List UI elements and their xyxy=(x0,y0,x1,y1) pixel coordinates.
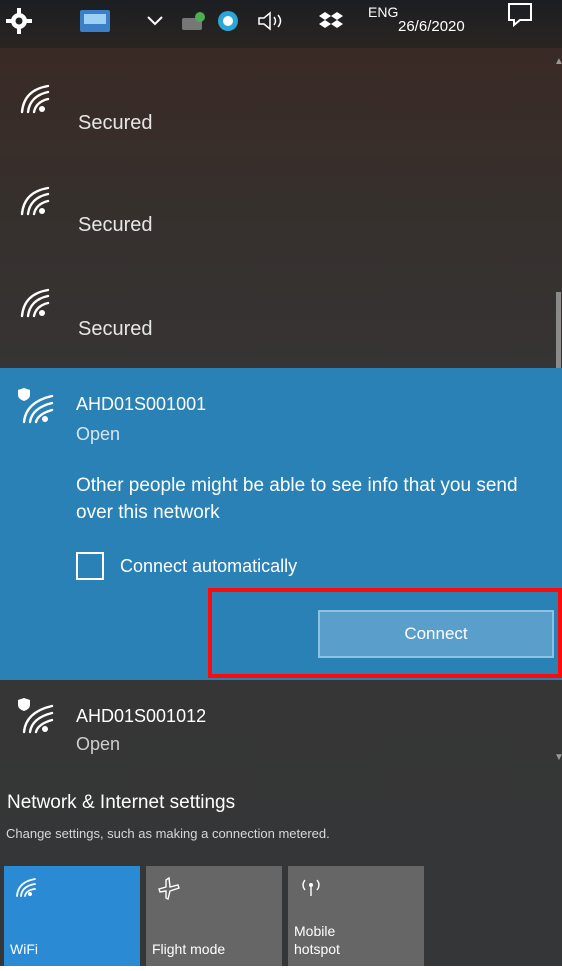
language-indicator[interactable]: ENG xyxy=(368,4,398,20)
network-list-item[interactable]: AHD01S001012 Open xyxy=(0,684,552,784)
security-icon[interactable] xyxy=(216,6,240,36)
connect-automatically-checkbox-row[interactable]: Connect automatically xyxy=(76,552,297,580)
action-center-icon[interactable] xyxy=(506,0,534,30)
wifi-icon xyxy=(16,878,36,897)
scroll-down-arrow-icon[interactable]: ▼ xyxy=(554,752,562,763)
network-name: AHD01S001012 xyxy=(76,706,207,726)
network-settings-description: Change settings, such as making a connec… xyxy=(6,826,330,841)
tray-app-icon[interactable] xyxy=(180,6,206,36)
connect-automatically-checkbox[interactable] xyxy=(76,552,104,580)
connect-button[interactable]: Connect xyxy=(318,610,554,658)
security-warning: Other people might be able to see info t… xyxy=(76,475,518,523)
chevron-down-icon[interactable] xyxy=(146,6,164,36)
hotspot-icon xyxy=(302,879,320,896)
mobile-hotspot-label: Mobile hotspot xyxy=(294,922,340,958)
network-list-item[interactable]: Secured xyxy=(0,68,552,164)
network-list-item[interactable]: Secured xyxy=(0,170,552,266)
airplane-icon xyxy=(158,876,180,901)
network-status: Open xyxy=(76,734,121,754)
flight-mode-tile[interactable]: Flight mode xyxy=(146,866,282,966)
open-wifi-shield-icon xyxy=(18,698,54,734)
wifi-signal-icon xyxy=(20,288,50,318)
mobile-hotspot-label-line1: Mobile xyxy=(294,923,336,939)
connect-automatically-label[interactable]: Connect automatically xyxy=(120,556,297,577)
selected-network-item[interactable]: AHD01S001001 Open Other people might be … xyxy=(0,368,562,680)
network-status: Open xyxy=(76,424,121,444)
flight-mode-label: Flight mode xyxy=(152,941,226,957)
network-name: AHD01S001001 xyxy=(76,394,207,414)
taskbar: ENG 26/6/2020 xyxy=(0,0,562,48)
settings-gear-icon[interactable] xyxy=(6,6,32,36)
mobile-hotspot-tile[interactable]: Mobile hotspot xyxy=(288,866,424,966)
wifi-signal-icon xyxy=(20,186,50,216)
network-settings-link[interactable]: Network & Internet settings xyxy=(7,792,235,814)
date-display[interactable]: 26/6/2020 xyxy=(398,18,465,35)
volume-icon[interactable] xyxy=(256,6,290,36)
wifi-signal-icon xyxy=(20,84,50,114)
mobile-hotspot-label-line2: hotspot xyxy=(294,941,340,957)
network-status: Secured xyxy=(78,214,153,236)
network-status: Secured xyxy=(78,112,153,134)
app-icon[interactable] xyxy=(80,6,110,36)
dropbox-icon[interactable] xyxy=(318,6,344,36)
wifi-toggle-tile[interactable]: WiFi xyxy=(4,866,140,966)
wifi-tile-label: WiFi xyxy=(10,941,38,957)
open-wifi-shield-icon xyxy=(18,388,54,424)
scroll-up-arrow-icon[interactable]: ▲ xyxy=(554,56,562,67)
network-list-item[interactable]: Secured xyxy=(0,272,552,368)
network-status: Secured xyxy=(78,318,153,340)
